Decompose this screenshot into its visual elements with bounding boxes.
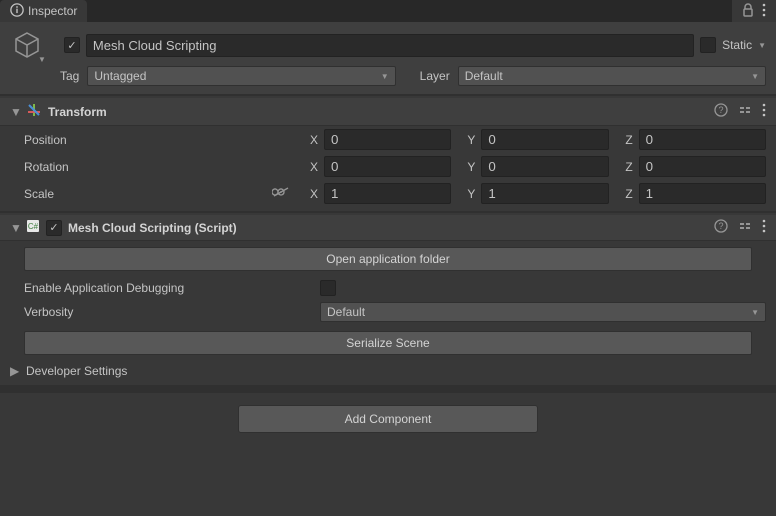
rotation-y-input[interactable] xyxy=(481,156,608,177)
position-label: Position xyxy=(24,133,294,147)
scale-x-input[interactable] xyxy=(324,183,451,204)
preset-icon[interactable] xyxy=(738,219,752,236)
kebab-icon[interactable] xyxy=(762,103,766,120)
foldout-icon: ▶ xyxy=(10,364,20,378)
static-checkbox[interactable] xyxy=(700,37,716,53)
lock-icon[interactable] xyxy=(742,3,754,20)
position-x-input[interactable] xyxy=(324,129,451,150)
x-label: X xyxy=(304,187,318,201)
position-row: Position X Y Z xyxy=(0,126,776,153)
y-label: Y xyxy=(461,187,475,201)
svg-text:?: ? xyxy=(718,105,723,115)
tag-value: Untagged xyxy=(94,69,146,83)
tab-label: Inspector xyxy=(28,4,77,18)
svg-text:C#: C# xyxy=(28,222,39,231)
verbosity-value: Default xyxy=(327,305,365,319)
verbosity-row: Verbosity Default ▼ xyxy=(0,299,776,325)
transform-title: Transform xyxy=(48,105,107,119)
transform-header[interactable]: ▼ Transform ? xyxy=(0,98,776,126)
script-component-header[interactable]: ▼ C# Mesh Cloud Scripting (Script) ? xyxy=(0,215,776,241)
constrain-scale-icon[interactable] xyxy=(272,186,290,201)
add-component-button[interactable]: Add Component xyxy=(238,405,538,433)
foldout-icon: ▼ xyxy=(10,105,20,119)
verbosity-dropdown[interactable]: Default ▼ xyxy=(320,302,766,322)
layer-value: Default xyxy=(465,69,503,83)
open-app-folder-button[interactable]: Open application folder xyxy=(24,247,752,271)
enable-debug-label: Enable Application Debugging xyxy=(24,281,314,295)
foldout-icon[interactable]: ▼ xyxy=(38,55,46,64)
scale-y-input[interactable] xyxy=(481,183,608,204)
layer-label: Layer xyxy=(420,69,450,83)
serialize-scene-button[interactable]: Serialize Scene xyxy=(24,331,752,355)
preset-icon[interactable] xyxy=(738,103,752,120)
tag-dropdown[interactable]: Untagged ▼ xyxy=(87,66,395,86)
info-icon xyxy=(10,3,24,20)
transform-icon xyxy=(26,102,42,121)
scale-label-wrap: Scale xyxy=(24,186,294,201)
svg-text:?: ? xyxy=(718,221,723,231)
rotation-label: Rotation xyxy=(24,160,294,174)
developer-settings-header[interactable]: ▶ Developer Settings xyxy=(0,361,776,381)
x-label: X xyxy=(304,160,318,174)
tag-label: Tag xyxy=(60,69,79,83)
static-dropdown-icon[interactable]: ▼ xyxy=(758,41,766,50)
kebab-icon[interactable] xyxy=(762,3,766,20)
y-label: Y xyxy=(461,160,475,174)
chevron-down-icon: ▼ xyxy=(381,72,389,81)
layer-dropdown[interactable]: Default ▼ xyxy=(458,66,766,86)
enable-debug-checkbox[interactable] xyxy=(320,280,336,296)
chevron-down-icon: ▼ xyxy=(751,308,759,317)
static-label: Static xyxy=(722,38,752,52)
scale-z-input[interactable] xyxy=(639,183,766,204)
inspector-tab[interactable]: Inspector xyxy=(0,0,87,22)
help-icon[interactable]: ? xyxy=(714,219,728,236)
kebab-icon[interactable] xyxy=(762,219,766,236)
rotation-row: Rotation X Y Z xyxy=(0,153,776,180)
scale-label: Scale xyxy=(24,187,54,201)
position-z-input[interactable] xyxy=(639,129,766,150)
y-label: Y xyxy=(461,133,475,147)
rotation-z-input[interactable] xyxy=(639,156,766,177)
z-label: Z xyxy=(619,133,633,147)
rotation-x-input[interactable] xyxy=(324,156,451,177)
verbosity-label: Verbosity xyxy=(24,305,314,319)
enable-debug-row: Enable Application Debugging xyxy=(0,277,776,299)
scale-row: Scale X Y Z xyxy=(0,180,776,207)
developer-settings-label: Developer Settings xyxy=(26,364,127,378)
script-enabled-checkbox[interactable] xyxy=(46,220,62,236)
z-label: Z xyxy=(619,187,633,201)
script-title: Mesh Cloud Scripting (Script) xyxy=(68,221,237,235)
script-icon: C# xyxy=(26,219,40,236)
position-y-input[interactable] xyxy=(481,129,608,150)
foldout-icon: ▼ xyxy=(10,221,20,235)
gameobject-active-checkbox[interactable] xyxy=(64,37,80,53)
gameobject-name-input[interactable] xyxy=(86,34,694,57)
help-icon[interactable]: ? xyxy=(714,103,728,120)
z-label: Z xyxy=(619,160,633,174)
chevron-down-icon: ▼ xyxy=(751,72,759,81)
x-label: X xyxy=(304,133,318,147)
